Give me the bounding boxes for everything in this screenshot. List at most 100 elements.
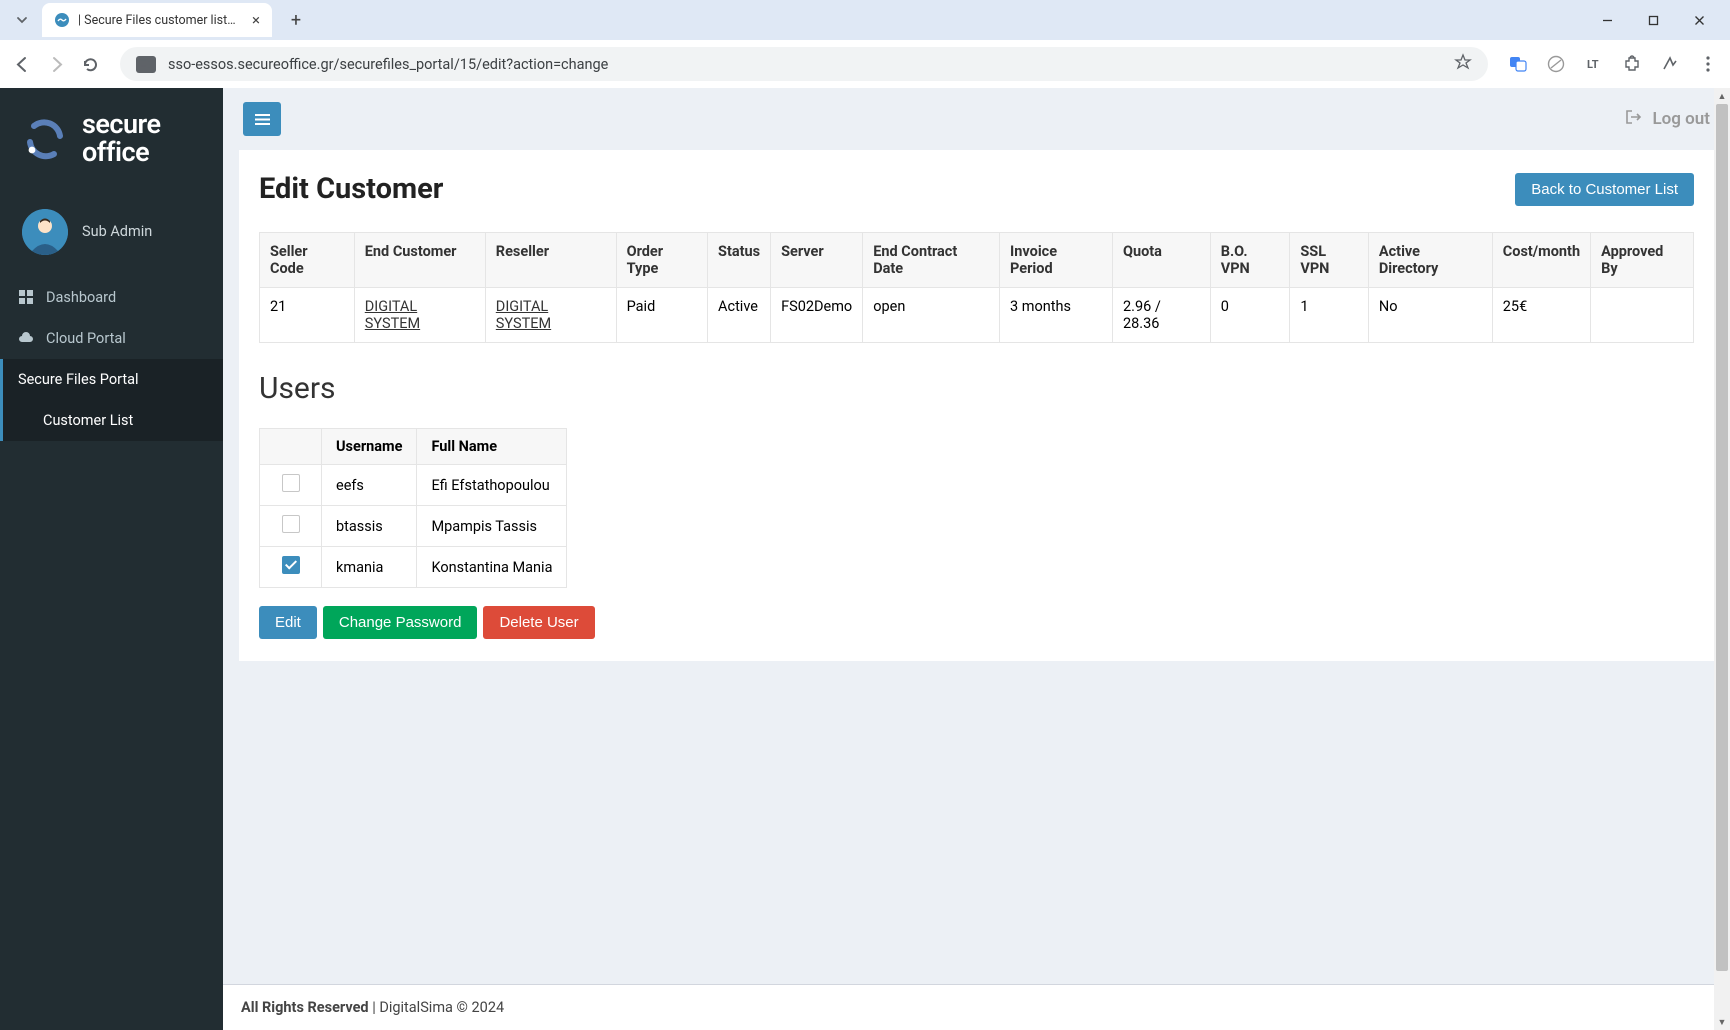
sidebar-item-secure-files-portal[interactable]: Secure Files Portal: [0, 359, 223, 400]
tab-search-button[interactable]: [8, 6, 36, 34]
browser-chrome: | Secure Files customer list edit × + ss…: [0, 0, 1730, 88]
tab-title: | Secure Files customer list edit: [78, 13, 238, 28]
col-header: Status: [708, 233, 771, 288]
reload-button[interactable]: [80, 54, 100, 74]
col-full-name: Full Name: [417, 429, 567, 465]
col-header: Order Type: [616, 233, 707, 288]
cell-quota: 2.96 / 28.36: [1112, 288, 1210, 343]
row-checkbox[interactable]: [282, 556, 300, 574]
sidebar-item-cloud-portal[interactable]: Cloud Portal: [0, 318, 223, 359]
users-section-title: Users: [259, 371, 1694, 406]
col-header: Invoice Period: [1000, 233, 1113, 288]
sidebar-nav: Dashboard Cloud Portal Secure Files Port…: [0, 277, 223, 441]
new-tab-button[interactable]: +: [282, 6, 310, 34]
col-header: Cost/month: [1492, 233, 1590, 288]
content-card: Edit Customer Back to Customer List Sell…: [239, 150, 1714, 661]
vertical-scrollbar[interactable]: ▲ ▼: [1714, 88, 1730, 1030]
browser-menu-icon[interactable]: [1698, 54, 1718, 74]
sidebar-item-label: Secure Files Portal: [18, 371, 139, 388]
edit-user-button[interactable]: Edit: [259, 606, 317, 639]
cell-invoice-period: 3 months: [1000, 288, 1113, 343]
cell-ssl-vpn: 1: [1290, 288, 1369, 343]
topbar: Log out: [223, 88, 1730, 150]
footer: All Rights Reserved | DigitalSima © 2024: [223, 984, 1730, 1030]
browser-tab[interactable]: | Secure Files customer list edit ×: [42, 3, 272, 37]
brand-logo[interactable]: secure office: [0, 88, 223, 195]
col-username: Username: [322, 429, 417, 465]
scroll-down-icon[interactable]: ▼: [1714, 1014, 1730, 1030]
brand-name: secure office: [82, 110, 161, 167]
user-actions-row: Edit Change Password Delete User: [259, 606, 1694, 639]
footer-bold: All Rights Reserved: [241, 999, 369, 1016]
cell-cost-month: 25€: [1492, 288, 1590, 343]
cell-status: Active: [708, 288, 771, 343]
svg-text:LT: LT: [1587, 58, 1599, 71]
main-content: Log out Edit Customer Back to Customer L…: [223, 88, 1730, 1030]
bookmark-icon[interactable]: [1454, 53, 1472, 75]
users-table: Username Full Name eefsEfi Efstathopoulo…: [259, 428, 567, 588]
change-password-button[interactable]: Change Password: [323, 606, 478, 639]
reseller-link[interactable]: DIGITAL SYSTEM: [496, 298, 551, 332]
sidebar-item-dashboard[interactable]: Dashboard: [0, 277, 223, 318]
browser-address-bar: sso-essos.secureoffice.gr/securefiles_po…: [0, 40, 1730, 88]
end-customer-link[interactable]: DIGITAL SYSTEM: [365, 298, 420, 332]
sidebar: secure office Sub Admin Dashboard Cloud …: [0, 88, 223, 1030]
cell-username: btassis: [322, 506, 417, 547]
page-title: Edit Customer: [259, 172, 443, 206]
back-button[interactable]: [12, 54, 32, 74]
browser-tab-bar: | Secure Files customer list edit × +: [0, 0, 1730, 40]
translate-icon[interactable]: [1508, 54, 1528, 74]
delete-user-button[interactable]: Delete User: [483, 606, 594, 639]
col-header: SSL VPN: [1290, 233, 1369, 288]
user-role: Sub Admin: [82, 223, 152, 240]
tab-close-icon[interactable]: ×: [252, 11, 260, 29]
window-maximize-button[interactable]: [1630, 5, 1676, 35]
ext-icon-2[interactable]: LT: [1584, 54, 1604, 74]
table-row: btassisMpampis Tassis: [260, 506, 567, 547]
extensions-icon[interactable]: [1622, 54, 1642, 74]
site-info-icon[interactable]: [136, 56, 156, 73]
logout-link[interactable]: Log out: [1626, 109, 1710, 129]
cell-username: eefs: [322, 465, 417, 506]
cell-end-contract: open: [863, 288, 1000, 343]
checkbox-header: [260, 429, 322, 465]
toolbar-right: LT: [1508, 54, 1718, 74]
sidebar-item-label: Customer List: [43, 412, 133, 429]
cell-full-name: Konstantina Mania: [417, 547, 567, 588]
window-close-button[interactable]: [1676, 5, 1722, 35]
ext-icon-1[interactable]: [1546, 54, 1566, 74]
forward-button[interactable]: [46, 54, 66, 74]
table-header-row: Seller CodeEnd CustomerResellerOrder Typ…: [260, 233, 1694, 288]
logout-label: Log out: [1652, 109, 1710, 129]
tab-favicon-icon: [54, 12, 70, 28]
col-header: Approved By: [1591, 233, 1694, 288]
cell-order-type: Paid: [616, 288, 707, 343]
scroll-up-icon[interactable]: ▲: [1714, 88, 1730, 104]
cell-active-directory: No: [1368, 288, 1492, 343]
cell-approved-by: [1591, 288, 1694, 343]
table-row: eefsEfi Efstathopoulou: [260, 465, 567, 506]
sidebar-toggle-button[interactable]: [243, 102, 281, 136]
window-minimize-button[interactable]: [1584, 5, 1630, 35]
table-row: kmaniaKonstantina Mania: [260, 547, 567, 588]
row-checkbox[interactable]: [282, 474, 300, 492]
back-to-list-button[interactable]: Back to Customer List: [1515, 173, 1694, 206]
col-header: End Contract Date: [863, 233, 1000, 288]
col-header: Server: [771, 233, 863, 288]
url-bar[interactable]: sso-essos.secureoffice.gr/securefiles_po…: [120, 47, 1488, 81]
app-root: secure office Sub Admin Dashboard Cloud …: [0, 88, 1730, 1030]
sidebar-item-customer-list[interactable]: Customer List: [0, 400, 223, 441]
avatar[interactable]: [22, 209, 68, 255]
sidebar-item-label: Dashboard: [46, 289, 116, 306]
scrollbar-thumb[interactable]: [1716, 104, 1728, 971]
col-header: End Customer: [354, 233, 485, 288]
customer-details-table: Seller CodeEnd CustomerResellerOrder Typ…: [259, 232, 1694, 343]
card-header: Edit Customer Back to Customer List: [259, 172, 1694, 206]
url-text: sso-essos.secureoffice.gr/securefiles_po…: [168, 56, 1454, 73]
brand-line2: office: [82, 138, 161, 166]
col-header: Seller Code: [260, 233, 355, 288]
cell-username: kmania: [322, 547, 417, 588]
ext-icon-3[interactable]: [1660, 54, 1680, 74]
row-checkbox[interactable]: [282, 515, 300, 533]
col-header: Active Directory: [1368, 233, 1492, 288]
